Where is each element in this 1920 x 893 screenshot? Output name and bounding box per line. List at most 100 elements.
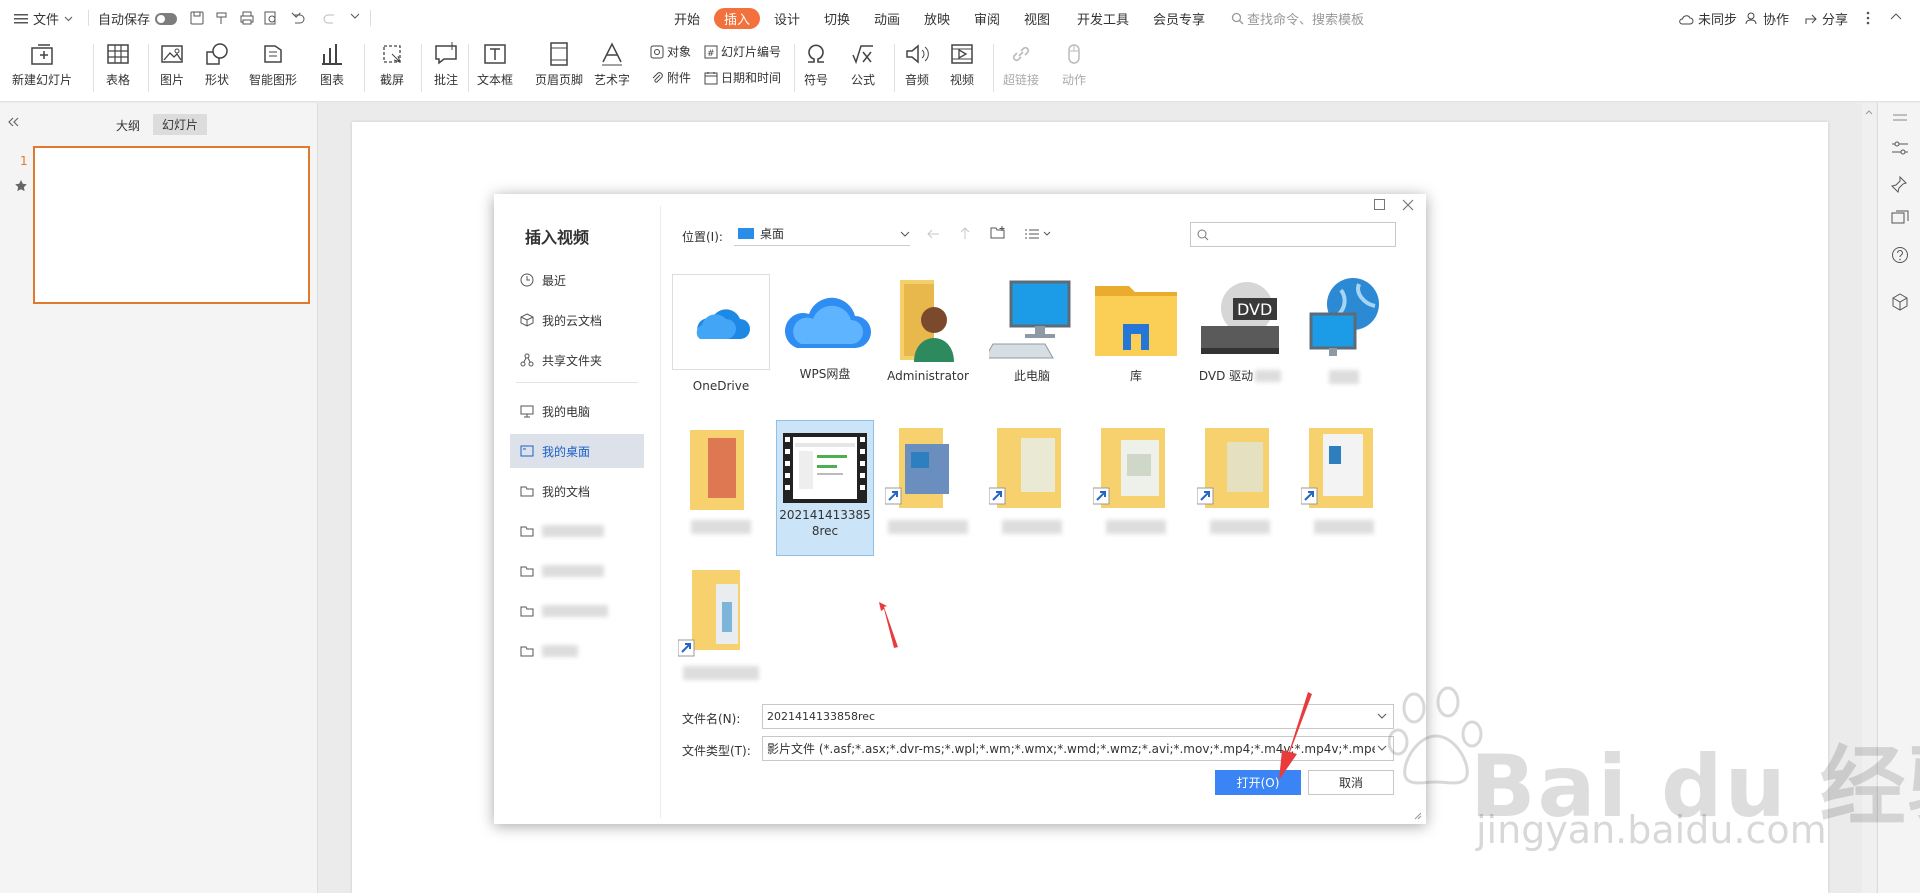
formula-icon — [852, 45, 873, 65]
sync-button[interactable]: 未同步 — [1678, 9, 1737, 28]
maximize-icon[interactable] — [1374, 199, 1385, 210]
location-dropdown[interactable]: 桌面 — [734, 222, 910, 246]
tab-design[interactable]: 设计 — [774, 9, 800, 28]
shape-button[interactable]: 形状 — [203, 40, 231, 88]
collapse-panel-icon[interactable] — [7, 117, 19, 127]
file-item-blurred-shortcut[interactable] — [1295, 424, 1393, 534]
new-slide-button[interactable]: 新建幻灯片 — [12, 40, 72, 88]
file-item-blurred-shortcut[interactable] — [1191, 424, 1289, 534]
formula-button[interactable]: 公式 — [849, 40, 877, 88]
file-item-library[interactable]: 库 — [1087, 274, 1185, 384]
cancel-button[interactable]: 取消 — [1308, 770, 1394, 795]
slide-thumbnail[interactable] — [33, 146, 310, 304]
sidebar-item-my-documents[interactable]: 我的文档 — [510, 474, 644, 508]
sidebar-item-blurred[interactable] — [510, 594, 644, 628]
menu-lines-icon[interactable] — [1892, 113, 1908, 123]
tab-insert[interactable]: 插入 — [714, 8, 761, 29]
file-item-blurred-shortcut[interactable] — [983, 424, 1081, 534]
close-icon[interactable] — [1402, 199, 1414, 211]
pin-icon[interactable] — [1891, 175, 1909, 193]
format-painter-icon[interactable] — [215, 11, 229, 25]
more-vertical-icon[interactable] — [1866, 11, 1870, 25]
scroll-up-icon[interactable] — [1865, 109, 1873, 115]
tab-member[interactable]: 会员专享 — [1153, 9, 1205, 28]
toggle-switch[interactable] — [155, 12, 178, 25]
tab-slideshow[interactable]: 放映 — [924, 9, 950, 28]
file-item-onedrive[interactable] — [672, 274, 770, 370]
tab-slides[interactable]: 幻灯片 — [153, 114, 208, 135]
hyperlink-button[interactable]: 超链接 — [1003, 40, 1039, 88]
slides-icon[interactable] — [1891, 210, 1909, 226]
print-icon[interactable] — [240, 11, 254, 25]
video-button[interactable]: 视频 — [948, 40, 976, 88]
action-button[interactable]: 动作 — [1060, 40, 1088, 88]
file-item-administrator[interactable]: Administrator — [879, 274, 977, 384]
sidebar-item-cloud-docs[interactable]: 我的云文档 — [510, 303, 644, 337]
file-item-selected-video[interactable]: 2021414133858rec — [776, 420, 874, 556]
tab-developer[interactable]: 开发工具 — [1077, 9, 1129, 28]
undo-icon[interactable] — [290, 11, 310, 25]
smart-shape-button[interactable]: 智能图形 — [249, 40, 297, 88]
attachment-button[interactable]: 附件 — [650, 69, 691, 86]
share-button[interactable]: 分享 — [1804, 9, 1848, 28]
user-add-icon — [1745, 12, 1757, 25]
more-chevron-icon[interactable] — [350, 12, 360, 22]
star-icon — [15, 180, 27, 192]
file-item-network[interactable] — [1295, 274, 1393, 384]
help-icon[interactable] — [1891, 246, 1909, 264]
sidebar-item-blurred[interactable] — [510, 514, 644, 548]
header-footer-button[interactable]: 页眉页脚 — [535, 40, 583, 88]
resize-grip-icon[interactable] — [1412, 810, 1422, 820]
wordart-button[interactable]: 艺术字 — [594, 40, 630, 88]
redo-icon[interactable] — [322, 11, 338, 25]
search-input[interactable] — [1190, 222, 1396, 247]
back-arrow-icon[interactable] — [926, 228, 940, 240]
slide-number-button[interactable]: # 幻灯片编号 — [704, 43, 781, 60]
sidebar-item-my-desktop[interactable]: 我的桌面 — [510, 434, 644, 468]
tab-transition[interactable]: 切换 — [824, 9, 850, 28]
sidebar-item-recent[interactable]: 最近 — [510, 263, 644, 297]
sidebar-item-blurred[interactable] — [510, 554, 644, 588]
file-menu[interactable]: 文件 — [14, 9, 73, 28]
collapse-ribbon-icon[interactable] — [1890, 11, 1902, 23]
watermark-url: jingyan.baidu.com — [1476, 808, 1827, 852]
object-button[interactable]: 对象 — [650, 43, 691, 60]
datetime-button[interactable]: 日期和时间 — [704, 69, 781, 86]
up-arrow-icon[interactable] — [959, 226, 971, 240]
screenshot-button[interactable]: 截屏 — [378, 40, 406, 88]
textbox-button[interactable]: 文本框 — [477, 40, 513, 88]
tab-animation[interactable]: 动画 — [874, 9, 900, 28]
file-item-dvd[interactable]: DVD DVD 驱动 — [1191, 274, 1289, 384]
comment-button[interactable]: 批注 — [432, 40, 460, 88]
symbol-button[interactable]: 符号 — [802, 40, 830, 88]
file-item-blurred-folder[interactable] — [672, 424, 770, 534]
table-button[interactable]: 表格 — [104, 40, 132, 88]
sidebar-item-my-computer[interactable]: 我的电脑 — [510, 394, 644, 428]
audio-button[interactable]: 音频 — [903, 40, 931, 88]
tab-review[interactable]: 审阅 — [974, 9, 1000, 28]
sidebar-item-shared-folder[interactable]: 共享文件夹 — [510, 343, 644, 377]
image-button[interactable]: 图片 — [158, 40, 186, 88]
file-item-wps-cloud[interactable]: WPS网盘 — [776, 274, 874, 382]
new-folder-icon[interactable] — [990, 226, 1006, 240]
cube-icon[interactable] — [1891, 293, 1909, 311]
file-item-blurred-shortcut[interactable] — [879, 424, 977, 534]
file-item-this-pc[interactable]: 此电脑 — [983, 274, 1081, 384]
command-search[interactable]: 查找命令、搜索模板 — [1231, 9, 1364, 28]
link-icon — [1012, 46, 1030, 62]
blurred-label — [1210, 520, 1270, 534]
save-icon[interactable] — [190, 11, 204, 25]
file-item-blurred-shortcut[interactable] — [1087, 424, 1185, 534]
tab-outline[interactable]: 大纲 — [116, 117, 140, 134]
autosave-toggle[interactable]: 自动保存 — [98, 9, 178, 28]
print-preview-icon[interactable] — [264, 11, 278, 25]
view-mode-icon[interactable] — [1024, 228, 1054, 240]
settings-sliders-icon[interactable] — [1891, 140, 1909, 156]
filename-label: 文件名(N): — [682, 712, 741, 726]
chart-button[interactable]: 图表 — [318, 40, 346, 88]
sidebar-item-blurred[interactable] — [510, 634, 644, 668]
collab-button[interactable]: 协作 — [1745, 9, 1789, 28]
file-item-blurred-shortcut[interactable] — [672, 568, 770, 680]
tab-view[interactable]: 视图 — [1024, 9, 1050, 28]
tab-home[interactable]: 开始 — [674, 9, 700, 28]
